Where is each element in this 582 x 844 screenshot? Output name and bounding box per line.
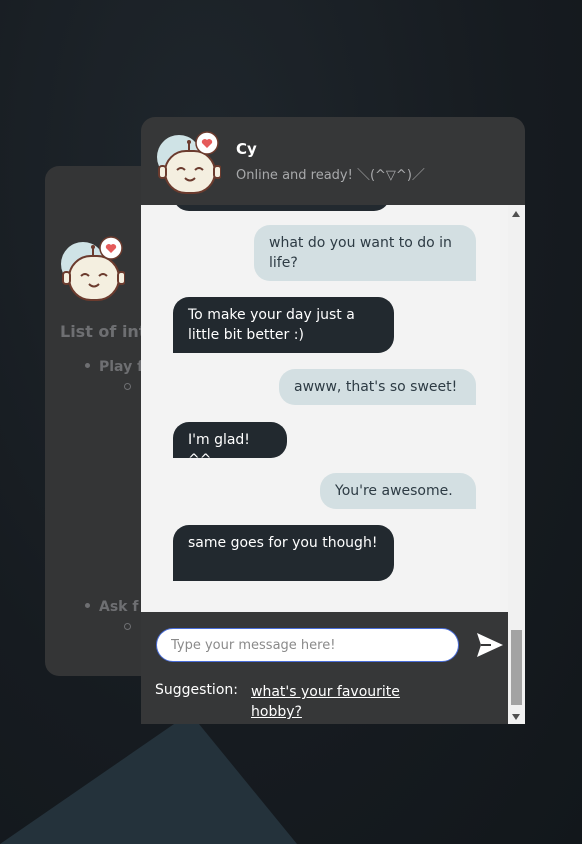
suggestion-label: Suggestion: (155, 682, 238, 698)
robot-avatar-icon (59, 236, 126, 306)
message-bubble-user: awww, that's so sweet! (279, 369, 476, 405)
message-list[interactable]: what do you want to do in life? To make … (141, 205, 508, 612)
message-bubble-bot: To make your day just a little bit bette… (173, 297, 394, 353)
message-bubble-bot-partial (173, 205, 390, 211)
input-area: Suggestion: what's your favourite hobby? (141, 612, 508, 724)
message-bubble-user: what do you want to do in life? (254, 225, 476, 281)
message-input[interactable] (156, 628, 459, 662)
scrollbar-thumb[interactable] (511, 630, 522, 705)
bot-name: Cy (236, 140, 257, 158)
message-scrollbar[interactable] (508, 205, 525, 724)
message-bubble-bot: I'm glad! ^^ (173, 422, 287, 468)
robot-avatar-icon (155, 131, 222, 201)
bot-status: Online and ready! ＼(^▽^)／ (236, 168, 425, 183)
scroll-down-arrow-icon[interactable] (512, 714, 520, 720)
info-sub-bullet (124, 623, 131, 630)
info-sub-bullet (124, 383, 131, 390)
suggestion-link[interactable]: what's your favourite hobby? (251, 682, 421, 722)
send-icon[interactable] (476, 632, 504, 658)
info-bullet-ask: Ask f (85, 599, 138, 615)
info-bullet-play: Play f (85, 359, 143, 375)
chat-window: Cy Online and ready! ＼(^▽^)／ what do you… (141, 117, 525, 724)
scroll-up-arrow-icon[interactable] (512, 211, 520, 217)
message-bubble-bot: same goes for you though! (173, 525, 394, 581)
info-title: List of int (60, 322, 147, 341)
message-bubble-user: You're awesome. (320, 473, 476, 509)
chat-header: Cy Online and ready! ＼(^▽^)／ (141, 117, 525, 205)
